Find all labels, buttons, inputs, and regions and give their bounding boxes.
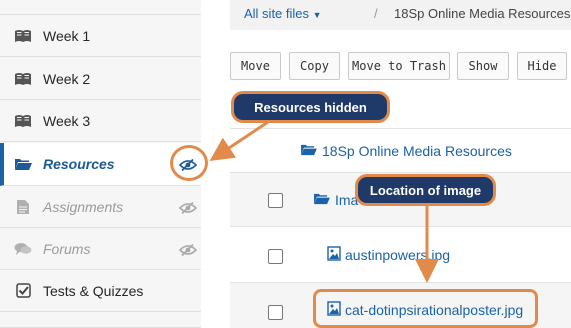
breadcrumb-separator: / <box>374 6 378 21</box>
hide-button[interactable]: Hide <box>517 52 567 80</box>
table-row-root-folder: 18Sp Online Media Resources <box>230 128 571 172</box>
all-site-files-dropdown[interactable]: All site files ▼ <box>244 6 322 21</box>
sidebar-item-label: Week 2 <box>43 70 91 87</box>
sidebar-item-assignments[interactable]: Assignments <box>0 186 201 228</box>
sidebar-item-week-3[interactable]: Week 3 <box>0 100 201 142</box>
sidebar-item-tests-quizzes[interactable]: Tests & Quizzes <box>0 270 201 312</box>
callout-resources-hidden: Resources hidden <box>231 91 390 123</box>
main-panel: All site files ▼ / 18Sp Online Media Res… <box>201 0 571 328</box>
move-button[interactable]: Move <box>230 52 281 80</box>
book-icon <box>14 28 32 44</box>
folder-open-icon <box>300 143 317 161</box>
sidebar-item-label: Week 1 <box>43 27 91 44</box>
comments-icon <box>14 241 32 257</box>
sidebar-item-next[interactable] <box>0 312 201 328</box>
breadcrumb: All site files ▼ / 18Sp Online Media Res… <box>230 0 571 30</box>
file-icon <box>14 199 32 215</box>
file-link-austinpowers[interactable]: austinpowers.jpg <box>345 247 450 263</box>
sidebar-item-label: Tests & Quizzes <box>43 282 144 299</box>
sidebar-item-forums[interactable]: Forums <box>0 228 201 270</box>
copy-button[interactable]: Copy <box>289 52 340 80</box>
row-checkbox[interactable] <box>268 193 283 208</box>
root-folder-link[interactable]: 18Sp Online Media Resources <box>322 143 512 159</box>
callout-location-of-image: Location of image <box>355 174 496 206</box>
hidden-icon-highlight <box>170 145 208 181</box>
move-to-trash-button[interactable]: Move to Trash <box>348 52 450 80</box>
folder-open-icon <box>14 156 32 172</box>
sidebar-item-label: Forums <box>43 240 91 257</box>
show-button[interactable]: Show <box>457 52 509 80</box>
sidebar-item-week-1[interactable]: Week 1 <box>0 15 201 57</box>
sidebar-item-label: Week 3 <box>43 112 91 129</box>
book-icon <box>14 113 32 129</box>
breadcrumb-current: 18Sp Online Media Resources <box>394 6 571 21</box>
book-icon <box>14 71 32 87</box>
table-row-file: austinpowers.jpg <box>230 226 571 282</box>
sidebar-item-week-2[interactable]: Week 2 <box>0 58 201 100</box>
checkbox-icon <box>14 283 32 299</box>
sidebar-item-label: Assignments <box>43 198 124 215</box>
image-location-highlight <box>313 289 538 328</box>
eye-slash-icon[interactable] <box>178 243 198 257</box>
row-checkbox[interactable] <box>268 249 283 264</box>
sidebar-top-item[interactable] <box>0 0 201 15</box>
sidebar-item-label: Resources <box>43 156 115 172</box>
image-icon <box>327 246 341 266</box>
row-checkbox[interactable] <box>268 305 283 320</box>
folder-open-icon <box>313 192 330 210</box>
eye-slash-icon[interactable] <box>178 201 198 215</box>
